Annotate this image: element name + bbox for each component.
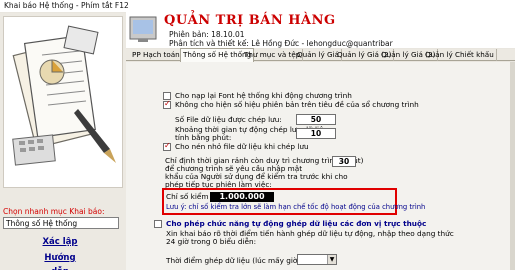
backup-interval-label-2: tính bằng phút: — [175, 133, 232, 142]
app-header: QUẢN TRỊ BÁN HÀNG Phiên bản: 18.10.01 Ph… — [126, 12, 515, 48]
compress-backup-label: Cho nén nhỏ file dữ liệu khi chép lưu — [175, 142, 309, 151]
tab-pp-hach-toan[interactable]: PP Hạch toán — [130, 49, 183, 61]
hero-illustration-svg — [4, 17, 122, 187]
window-icon — [129, 16, 157, 42]
author-line: Phân tích và thiết kế: Lê Hồng Đức - leh… — [169, 39, 393, 48]
hide-version-checkbox[interactable] — [163, 99, 171, 109]
load-font-label: Cho nạp lại Font hệ thống khi động chươn… — [175, 91, 352, 100]
guide-button[interactable]: Hướng dẫn — [36, 251, 84, 270]
app-window: Khai báo Hệ thống - Phím tắt F12 Chọn nh… — [0, 0, 515, 270]
window-title: Khai báo Hệ thống - Phím tắt F12 — [4, 1, 129, 10]
app-title: QUẢN TRỊ BÁN HÀNG — [164, 13, 336, 28]
auto-merge-checkbox[interactable] — [154, 220, 162, 228]
chevron-down-icon[interactable]: ▼ — [327, 255, 336, 264]
version-line: Phiên bản: 18.10.01 — [169, 30, 245, 39]
idle-time-input[interactable]: 30 — [332, 156, 356, 167]
hide-version-label: Không cho hiện số hiệu phiên bản trên ti… — [175, 100, 419, 109]
hero-illustration — [3, 16, 123, 188]
tab-quan-ly-chiet-khau[interactable]: Quản lý Chiết khấu — [423, 49, 497, 61]
check-index-input[interactable]: 1.000.000 — [210, 192, 274, 202]
merge-desc-2: 24 giờ trong 0 biểu diễn: — [166, 237, 257, 246]
check-index-note: Lưu ý: chỉ số kiểm tra lớn sẽ làm hạn ch… — [166, 203, 426, 211]
backup-count-input[interactable]: 50 — [296, 114, 336, 125]
scrollbar[interactable] — [510, 62, 515, 270]
setup-button[interactable]: Xác lập — [36, 235, 84, 249]
quick-select-list[interactable]: Thông số Hệ thống — [3, 217, 119, 229]
tab-bar: PP Hạch toán Thông số Hệ thống Thư mục v… — [126, 48, 515, 62]
backup-count-label: Số File dữ liệu được chép lưu: — [175, 115, 282, 124]
merge-time-label: Thời điểm ghép dữ liệu (lúc mấy giờ?): — [166, 256, 307, 265]
compress-backup-checkbox[interactable] — [163, 141, 171, 151]
quick-select-label: Chọn nhanh mục Khai báo: — [3, 207, 105, 216]
title-bar: Khai báo Hệ thống - Phím tắt F12 — [0, 0, 515, 12]
sidebar: Chọn nhanh mục Khai báo: Thông số Hệ thố… — [0, 13, 126, 270]
merge-time-select[interactable]: ▼ — [297, 254, 337, 265]
auto-merge-label: Cho phép chức năng tự động ghép dữ liệu … — [166, 219, 427, 228]
backup-interval-input[interactable]: 10 — [296, 128, 336, 139]
